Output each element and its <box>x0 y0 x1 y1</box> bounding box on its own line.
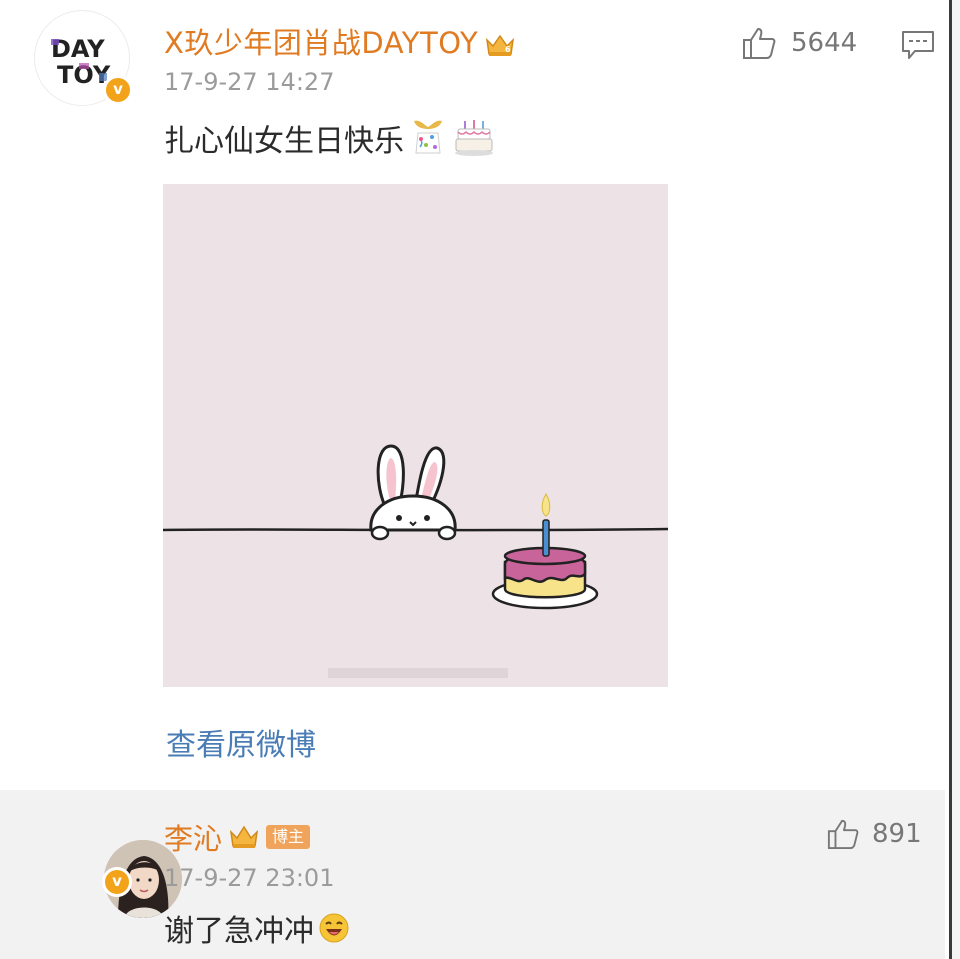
svg-text:DAY: DAY <box>51 35 105 63</box>
reply-avatar-wrapper[interactable]: v <box>52 815 182 918</box>
blogger-badge: 博主 <box>266 825 311 849</box>
comment-icon[interactable] <box>901 30 935 60</box>
author-name-text: X玖少年团肖战DAYTOY <box>164 26 479 60</box>
like-button[interactable]: 5644 <box>741 26 857 60</box>
timestamp: 17-9-27 14:27 <box>164 68 335 96</box>
reply-text-content: 谢了急冲冲 <box>164 914 314 949</box>
avatar[interactable]: DAY TOY v <box>34 10 133 106</box>
comment-card: DAY TOY v X玖少年团肖战DAYTOY 6 17-9-27 14:27 … <box>0 0 945 790</box>
party-popper-emoji-icon <box>414 120 442 154</box>
post-text-content: 扎心仙女生日快乐 <box>164 124 404 159</box>
verified-badge-icon: v <box>103 75 133 105</box>
reply-card: v 李沁 博主 17-9-27 23:01 891 谢了急冲冲 <box>0 790 945 959</box>
author-name[interactable]: X玖少年团肖战DAYTOY 6 <box>164 20 516 62</box>
weibo-comment-screen: DAY TOY v X玖少年团肖战DAYTOY 6 17-9-27 14:27 … <box>0 0 960 959</box>
thumbs-up-icon <box>827 819 859 850</box>
post-image[interactable] <box>163 184 668 687</box>
post-text: 扎心仙女生日快乐 <box>164 116 496 160</box>
vip-crown-icon: 6 <box>486 34 515 56</box>
verified-badge-icon: v <box>102 867 132 897</box>
reply-text: 谢了急冲冲 <box>164 906 350 950</box>
like-count: 5644 <box>791 28 858 58</box>
reply-author-name[interactable]: 李沁 博主 <box>164 816 311 858</box>
reply-author-name-text: 李沁 <box>164 822 223 856</box>
reply-like-button[interactable]: 891 <box>826 818 922 850</box>
svg-text:6: 6 <box>505 45 511 54</box>
bunny-birthday-illustration <box>163 444 668 678</box>
laughing-emoji-icon <box>319 913 349 943</box>
right-edge-strip <box>952 0 960 959</box>
right-edge-border <box>949 0 952 959</box>
vip-crown-icon <box>229 825 259 848</box>
view-original-post-link[interactable]: 查看原微博 <box>166 720 316 764</box>
thumbs-up-icon <box>743 28 776 59</box>
reply-like-count: 891 <box>872 819 922 849</box>
birthday-cake-emoji-icon <box>455 120 493 156</box>
reply-timestamp: 17-9-27 23:01 <box>164 864 335 892</box>
